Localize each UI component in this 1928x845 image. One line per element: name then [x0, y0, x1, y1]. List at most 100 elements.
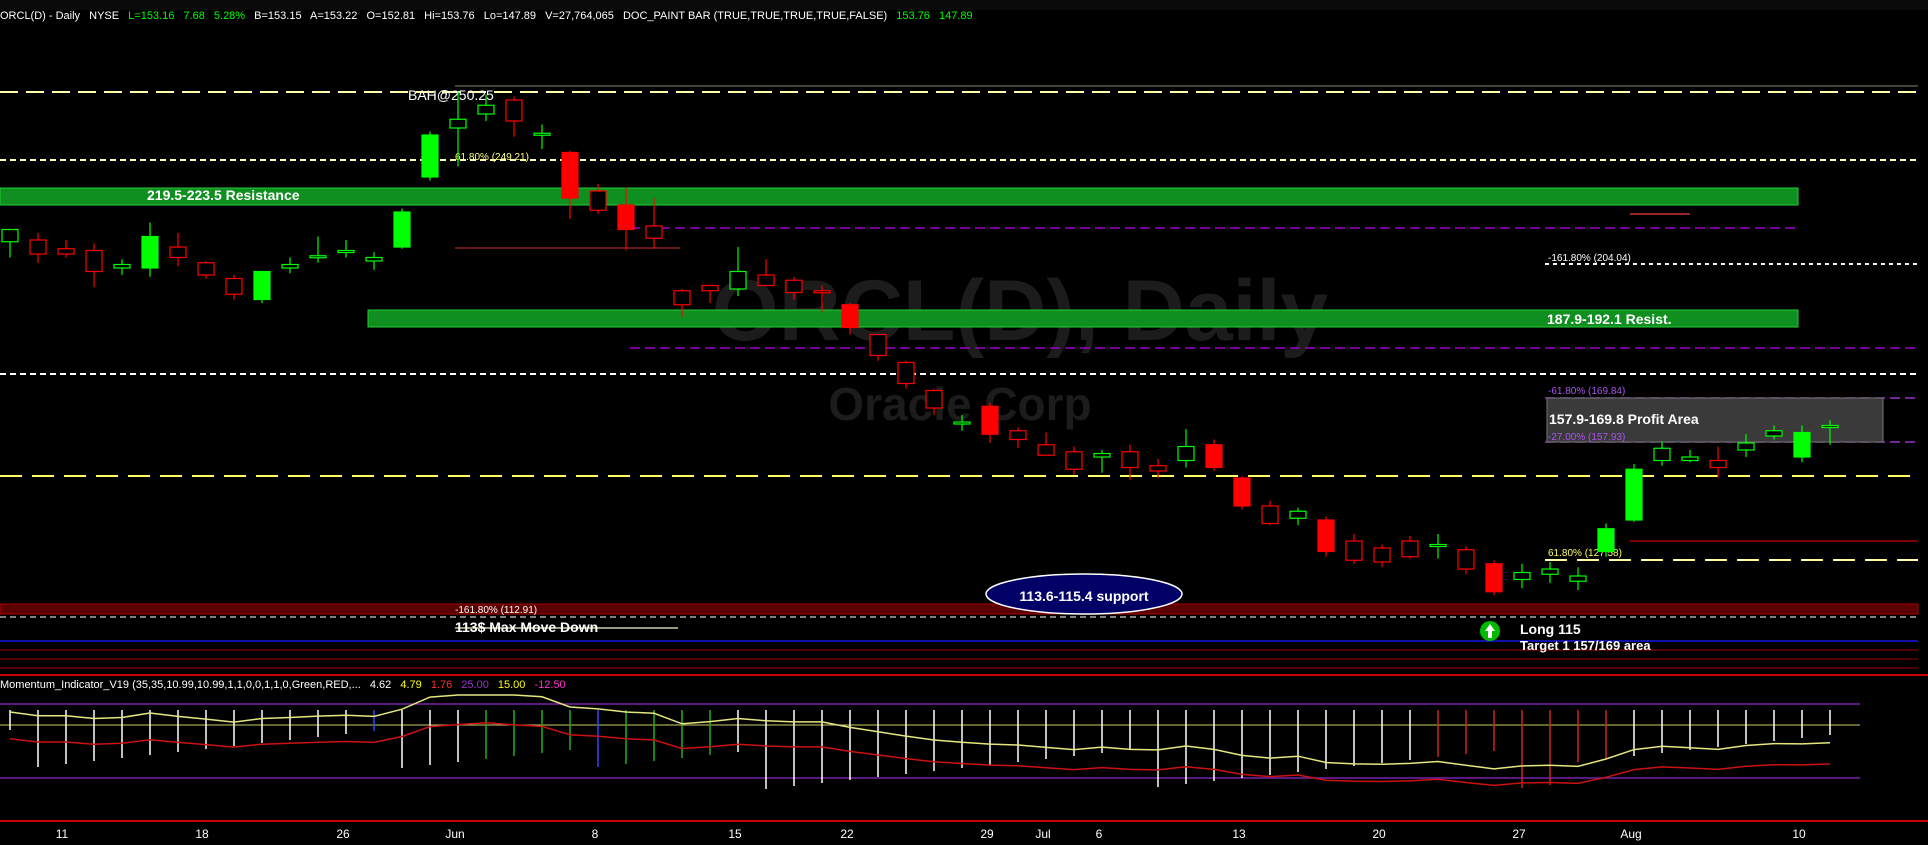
candle-body: [1625, 468, 1643, 521]
top-label: BAH@250.25: [408, 87, 494, 103]
candle-body: [701, 284, 719, 292]
candle-body: [337, 249, 355, 254]
candle-body: [1653, 447, 1671, 462]
candle-body: [253, 270, 271, 301]
candle-body: [1317, 519, 1335, 553]
candle-body: [1569, 575, 1587, 582]
support-band: [0, 603, 1919, 615]
candle-body: [869, 333, 887, 357]
x-axis-tick-label: 8: [592, 827, 599, 841]
max-move-label: 113$ Max Move Down: [455, 619, 598, 635]
candle-body: [505, 99, 523, 122]
candle-body: [785, 279, 803, 294]
candle-body: [1737, 442, 1755, 451]
resistance-lower-label: 187.9-192.1 Resist.: [1547, 311, 1672, 327]
candle-body: [533, 132, 551, 136]
x-axis-tick-label: 20: [1372, 827, 1386, 841]
candle-body: [141, 235, 159, 269]
candle-body: [1401, 540, 1419, 558]
candle-body: [673, 290, 691, 306]
x-axis-tick-label: 22: [840, 827, 854, 841]
oscillator-signal-line: [9, 694, 1831, 770]
x-axis-tick-label: 15: [728, 827, 742, 841]
candle-body: [981, 405, 999, 435]
target-label: Target 1 157/169 area: [1520, 638, 1651, 653]
candle-body: [1681, 456, 1699, 462]
x-axis-tick-label: 26: [336, 827, 350, 841]
candle-body: [309, 255, 327, 259]
candle-body: [925, 389, 943, 409]
candle-body: [281, 263, 299, 269]
candle-body: [1373, 547, 1391, 563]
oscillator-histogram: [9, 710, 1831, 789]
candle-body: [1065, 451, 1083, 470]
fib-ext-up-label: -161.80% (204.04): [1548, 253, 1631, 264]
candle-body: [1821, 424, 1839, 429]
candle-body: [1037, 444, 1055, 456]
price-chart[interactable]: ORCL(D), Daily Oracle Corp 219.5-223.5 R…: [0, 0, 1928, 845]
candle-body: [57, 248, 75, 255]
candle-body: [1149, 465, 1167, 472]
candle-body: [449, 118, 467, 129]
candle-body: [85, 249, 103, 273]
candle-body: [1429, 543, 1447, 548]
candle-body: [477, 104, 495, 115]
candle-body: [617, 204, 635, 231]
candle-body: [1121, 451, 1139, 469]
candle-body: [365, 256, 383, 262]
x-axis-tick-label: Aug: [1620, 827, 1641, 841]
candle-body: [113, 263, 131, 269]
candle-body: [1457, 549, 1475, 570]
candle-body: [757, 274, 775, 287]
x-axis-labels: 11 18 26 Jun 8 15 22 29 Jul 6 13 20 27 Aug 10: [56, 827, 1806, 841]
oscillator-trend-line: [9, 722, 1831, 787]
fib-ext-down-label: -161.80% (112.91): [455, 605, 537, 616]
fib-profit-hi-label: -61.80% (169.84): [1548, 386, 1625, 397]
candle-body: [197, 262, 215, 276]
candle-body: [1205, 444, 1223, 469]
candle-body: [645, 225, 663, 239]
candle-body: [1513, 571, 1531, 581]
x-axis-tick-label: 10: [1792, 827, 1806, 841]
candle-body: [953, 421, 971, 425]
candle-body: [1345, 540, 1363, 561]
x-axis-tick-label: 18: [195, 827, 209, 841]
support-oval-label: 113.6-115.4 support: [1019, 588, 1149, 604]
candle-body: [1009, 430, 1027, 441]
candle-body: [561, 151, 579, 199]
candle-body: [813, 290, 831, 294]
candle-body: [1541, 568, 1559, 575]
candle-body: [897, 361, 915, 385]
candle-body: [29, 239, 47, 255]
candle-body: [1485, 563, 1503, 593]
candle-body: [169, 246, 187, 259]
candle-body: [1289, 510, 1307, 519]
candle-body: [1597, 528, 1615, 553]
candle-body: [1233, 477, 1251, 507]
candle-body: [1177, 445, 1195, 462]
candle-body: [1793, 431, 1811, 458]
candle-body: [589, 190, 607, 211]
candle-body: [1765, 430, 1783, 437]
candle-body: [1, 228, 19, 243]
candle-body: [1093, 452, 1111, 458]
candle-body: [421, 134, 439, 178]
x-axis-tick-label: 13: [1232, 827, 1246, 841]
long-entry-label: Long 115: [1520, 621, 1581, 637]
resistance-upper-label: 219.5-223.5 Resistance: [147, 187, 300, 203]
x-axis-tick-label: Jul: [1035, 827, 1050, 841]
candle-body: [1709, 459, 1727, 469]
x-axis-tick-label: 6: [1096, 827, 1103, 841]
x-axis-tick-label: 29: [980, 827, 994, 841]
candle-body: [225, 277, 243, 295]
candle-body: [393, 211, 411, 248]
candle-body: [1261, 505, 1279, 525]
x-axis-tick-label: 27: [1512, 827, 1526, 841]
profit-area-label: 157.9-169.8 Profit Area: [1549, 411, 1699, 427]
candle-body: [841, 304, 859, 329]
x-axis-tick-label: Jun: [445, 827, 464, 841]
fib-profit-lo-label: -27.00% (157.93): [1548, 432, 1625, 443]
candle-body: [729, 270, 747, 290]
x-axis-tick-label: 11: [56, 827, 69, 841]
fib-top-label: 61.80% (249.21): [455, 152, 529, 163]
